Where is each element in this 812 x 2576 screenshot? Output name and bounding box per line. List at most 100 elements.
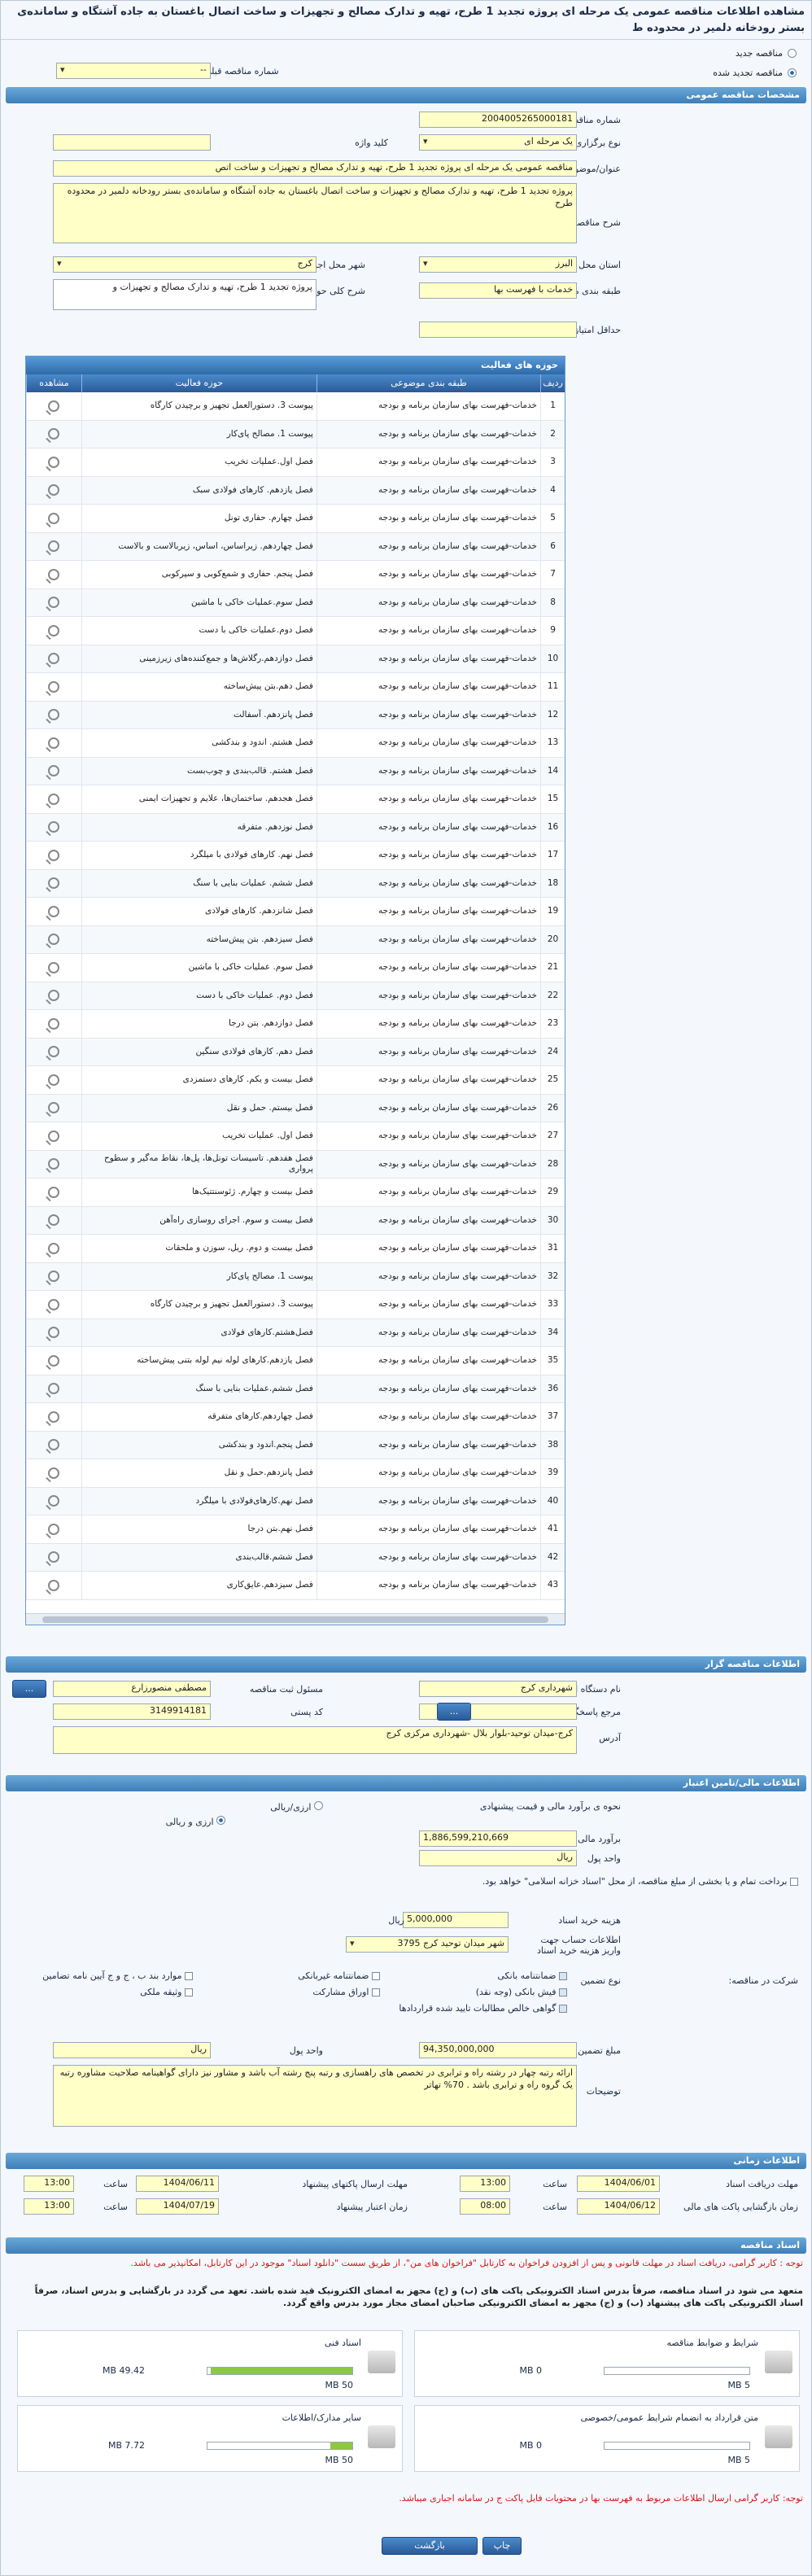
open-time[interactable]: 08:00 <box>460 2198 510 2215</box>
row-view[interactable] <box>25 448 81 476</box>
checkbox-icon[interactable] <box>559 2005 567 2013</box>
row-view[interactable] <box>25 392 81 420</box>
radio-icon[interactable] <box>788 48 797 58</box>
expl-field[interactable]: ارائه رتبه چهار در رشته راه و ترابری در … <box>53 2065 577 2127</box>
ref-lookup-button[interactable]: ... <box>437 1703 471 1721</box>
magnifier-icon[interactable] <box>48 877 60 890</box>
magnifier-icon[interactable] <box>48 905 60 917</box>
postal-field[interactable]: 3149914181 <box>53 1703 211 1720</box>
row-view[interactable] <box>25 1235 81 1262</box>
row-view[interactable] <box>25 1515 81 1543</box>
est-field[interactable]: 1,886,599,210,669 <box>419 1830 577 1847</box>
checkbox-icon[interactable] <box>559 1988 567 1997</box>
amt-field[interactable]: 94,350,000,000 <box>419 2042 577 2058</box>
addr-field[interactable]: کرج-میدان توحید-بلوار بلال -شهرداری مرکز… <box>53 1726 577 1754</box>
row-view[interactable] <box>25 505 81 532</box>
cur-field[interactable]: ریال <box>419 1850 577 1866</box>
magnifier-icon[interactable] <box>48 1017 60 1030</box>
minscore-field[interactable] <box>419 321 577 338</box>
checkbox-icon[interactable] <box>185 1972 193 1980</box>
magnifier-icon[interactable] <box>48 1439 60 1451</box>
magnifier-icon[interactable] <box>48 961 60 973</box>
magnifier-icon[interactable] <box>48 737 60 749</box>
magnifier-icon[interactable] <box>48 709 60 721</box>
magnifier-icon[interactable] <box>48 849 60 861</box>
row-view[interactable] <box>25 1459 81 1487</box>
amt-cur-field[interactable]: ریال <box>53 2042 211 2058</box>
radio-icon[interactable] <box>788 68 797 77</box>
guarantee-option[interactable]: اوراق مشارکت <box>312 1987 380 1997</box>
checkbox-icon[interactable] <box>372 1988 380 1997</box>
row-view[interactable] <box>25 1262 81 1290</box>
magnifier-icon[interactable] <box>48 1186 60 1198</box>
magnifier-icon[interactable] <box>48 765 60 777</box>
magnifier-icon[interactable] <box>48 1046 60 1058</box>
row-view[interactable] <box>25 729 81 757</box>
valid-time[interactable]: 13:00 <box>24 2198 74 2215</box>
row-view[interactable] <box>25 1543 81 1571</box>
send-time[interactable]: 13:00 <box>24 2176 74 2192</box>
send-date[interactable]: 1404/06/11 <box>136 2176 219 2192</box>
magnifier-icon[interactable] <box>48 512 60 524</box>
prev-number-select[interactable]: -- <box>56 63 211 79</box>
magnifier-icon[interactable] <box>48 680 60 693</box>
row-view[interactable] <box>25 898 81 925</box>
magnifier-icon[interactable] <box>48 624 60 636</box>
province-select[interactable]: البرز <box>419 256 577 273</box>
row-view[interactable] <box>25 1431 81 1459</box>
row-view[interactable] <box>25 1572 81 1599</box>
back-button[interactable]: بازگشت <box>382 2537 478 2555</box>
row-view[interactable] <box>25 813 81 841</box>
magnifier-icon[interactable] <box>48 597 60 609</box>
checkbox-icon[interactable] <box>790 1878 798 1886</box>
magnifier-icon[interactable] <box>48 990 60 1002</box>
magnifier-icon[interactable] <box>48 484 60 496</box>
treasury-note[interactable]: برداخت تمام و یا بخشی از مبلغ مناقصه، از… <box>408 1876 798 1887</box>
guarantee-option[interactable]: گواهی خالص مطالبات تایید شده قراردادها <box>399 2003 567 2014</box>
magnifier-icon[interactable] <box>48 1523 60 1535</box>
row-view[interactable] <box>25 1122 81 1150</box>
method-opt2[interactable]: ارزی و ریالی <box>166 1816 225 1827</box>
magnifier-icon[interactable] <box>48 540 60 553</box>
magnifier-icon[interactable] <box>48 1467 60 1479</box>
doc-box-technical[interactable]: اسناد فنی 49.42 MB 50 MB <box>17 2330 403 2397</box>
recv-date[interactable]: 1404/06/01 <box>577 2176 660 2192</box>
org-name-field[interactable]: شهرداری کرج <box>419 1681 577 1697</box>
row-view[interactable] <box>25 617 81 645</box>
checkbox-icon[interactable] <box>185 1988 193 1997</box>
open-date[interactable]: 1404/06/12 <box>577 2198 660 2215</box>
row-view[interactable] <box>25 420 81 448</box>
magnifier-icon[interactable] <box>48 428 60 440</box>
magnifier-icon[interactable] <box>48 934 60 946</box>
resp-lookup-button[interactable]: ... <box>12 1680 46 1698</box>
magnifier-icon[interactable] <box>48 1102 60 1114</box>
row-view[interactable] <box>25 982 81 1009</box>
magnifier-icon[interactable] <box>48 568 60 580</box>
magnifier-icon[interactable] <box>48 1551 60 1564</box>
row-view[interactable] <box>25 476 81 504</box>
row-view[interactable] <box>25 785 81 813</box>
city-select[interactable]: کرج <box>53 256 317 273</box>
row-view[interactable] <box>25 1066 81 1094</box>
desc-field[interactable]: پروژه تجدید 1 طرح، تهیه و تدارک مصالح و … <box>53 183 577 243</box>
magnifier-icon[interactable] <box>48 1214 60 1227</box>
row-view[interactable] <box>25 1375 81 1402</box>
row-view[interactable] <box>25 1319 81 1346</box>
print-button[interactable]: چاپ <box>482 2537 522 2555</box>
row-view[interactable] <box>25 645 81 672</box>
magnifier-icon[interactable] <box>48 1158 60 1170</box>
row-view[interactable] <box>25 1347 81 1375</box>
row-view[interactable] <box>25 1038 81 1065</box>
row-view[interactable] <box>25 1291 81 1319</box>
checkbox-icon[interactable] <box>559 1972 567 1980</box>
doc-box-other[interactable]: سایر مدارک/اطلاعات 7.72 MB 50 MB <box>17 2405 403 2472</box>
resp-field[interactable]: مصطفی منصورزارع <box>53 1681 211 1697</box>
fee-field[interactable]: 5,000,000 <box>403 1912 509 1928</box>
guarantee-option[interactable]: وثیقه ملکی <box>140 1987 193 1997</box>
row-view[interactable] <box>25 925 81 953</box>
row-view[interactable] <box>25 1010 81 1038</box>
guarantee-option[interactable]: ضمانتنامه غیربانکی <box>298 1970 380 1981</box>
magnifier-icon[interactable] <box>48 400 60 412</box>
magnifier-icon[interactable] <box>48 1410 60 1423</box>
subject-field[interactable]: مناقصه عمومی یک مرحله ای پروژه تجدید 1 ط… <box>53 160 577 177</box>
